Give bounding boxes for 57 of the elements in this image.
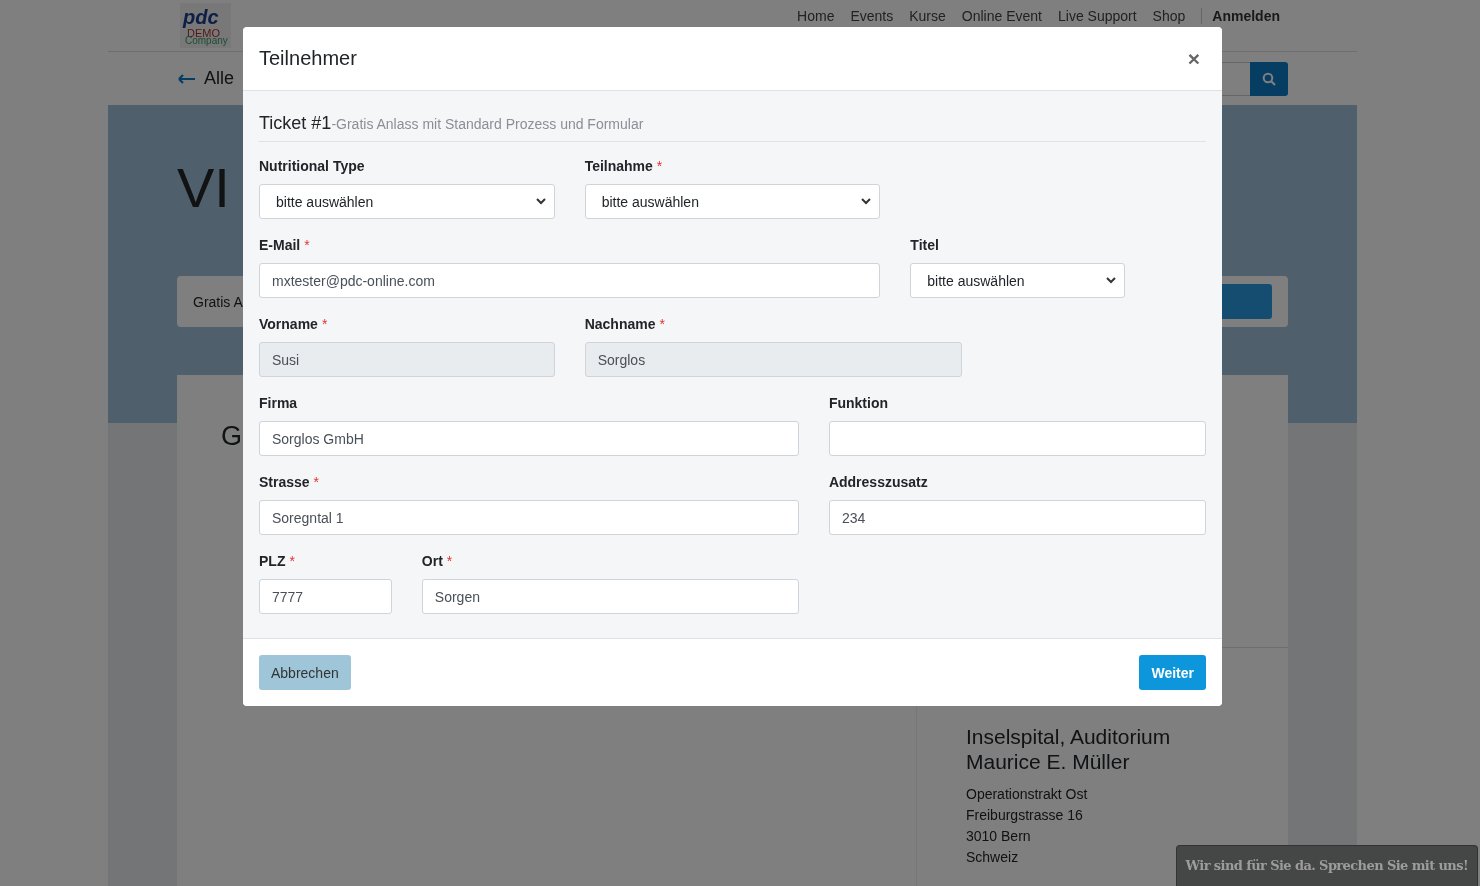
input-field[interactable]: Sorglos GmbH bbox=[259, 421, 799, 456]
required-mark: * bbox=[656, 158, 663, 175]
select-field[interactable]: bitte auswählen bbox=[584, 184, 881, 219]
login-link[interactable]: Anmelden bbox=[1201, 8, 1280, 24]
nav-link[interactable]: Shop bbox=[1152, 8, 1186, 24]
field-label: Nutritional Type bbox=[259, 158, 365, 175]
nav-link[interactable]: Live Support bbox=[1058, 8, 1137, 24]
ticket-title: Ticket #1 bbox=[259, 113, 332, 134]
field-label: E-Mail bbox=[259, 237, 301, 254]
field-label: Vorname bbox=[259, 316, 318, 333]
ticket-name: Gratis A bbox=[193, 293, 243, 310]
search-button[interactable] bbox=[1250, 61, 1288, 96]
search-icon bbox=[1262, 71, 1276, 86]
input-field[interactable]: mxtester@pdc-online.com bbox=[259, 263, 881, 298]
close-button[interactable]: × bbox=[1181, 46, 1206, 71]
nav-link[interactable]: Events bbox=[850, 8, 894, 24]
required-mark: * bbox=[321, 316, 328, 333]
arrow-left-icon bbox=[178, 73, 196, 84]
chevron-down-icon bbox=[1105, 277, 1116, 284]
field-label: Addresszusatz bbox=[828, 474, 928, 491]
input-field[interactable]: 234 bbox=[828, 500, 1206, 535]
nav-link[interactable]: Online Event bbox=[961, 8, 1042, 24]
select-field[interactable]: bitte auswählen bbox=[910, 263, 1125, 298]
cancel-button[interactable]: Abbrechen bbox=[259, 655, 351, 690]
chevron-down-icon bbox=[861, 198, 872, 205]
select-field[interactable]: bitte auswählen bbox=[259, 184, 555, 219]
required-mark: * bbox=[659, 316, 665, 333]
address-line: 3010 Bern bbox=[966, 827, 1031, 847]
required-mark: * bbox=[289, 553, 295, 570]
field-label: Titel bbox=[910, 237, 939, 254]
back-link[interactable]: Alle bbox=[204, 68, 234, 89]
field-label: Teilnahme bbox=[584, 158, 653, 175]
input-field[interactable]: 7777 bbox=[259, 579, 392, 614]
input-field[interactable]: Soregntal 1 bbox=[259, 500, 799, 535]
required-mark: * bbox=[313, 474, 320, 491]
section-title: G bbox=[221, 421, 242, 452]
nav-link[interactable]: Home bbox=[797, 8, 835, 24]
field-label: Ort bbox=[421, 553, 443, 570]
address-line: Freiburgstrasse 16 bbox=[966, 806, 1083, 826]
ticket-subtitle: -Gratis Anlass mit Standard Prozess und Formular bbox=[331, 116, 644, 132]
input-field[interactable]: Sorgen bbox=[421, 579, 799, 614]
dialog-title: Teilnehmer bbox=[259, 47, 357, 70]
address-line: Schweiz bbox=[966, 848, 1019, 868]
address-line: Operationstrakt Ost bbox=[966, 785, 1088, 805]
field-label: Funktion bbox=[828, 395, 888, 412]
input-field[interactable] bbox=[828, 421, 1206, 456]
nav-link[interactable]: Kurse bbox=[909, 8, 946, 24]
venue-name: Inselspital, Auditorium Maurice E. Müller bbox=[966, 724, 1172, 775]
field-label: Firma bbox=[259, 395, 298, 412]
chevron-down-icon bbox=[535, 198, 546, 205]
field-label: Strasse bbox=[259, 474, 310, 491]
logo[interactable]: pdc DEMO Company bbox=[180, 2, 231, 49]
field-label: PLZ bbox=[259, 553, 286, 570]
field-label: Nachname bbox=[584, 316, 656, 333]
required-mark: * bbox=[304, 237, 310, 254]
required-mark: * bbox=[446, 553, 453, 570]
event-title: VI bbox=[177, 155, 230, 220]
